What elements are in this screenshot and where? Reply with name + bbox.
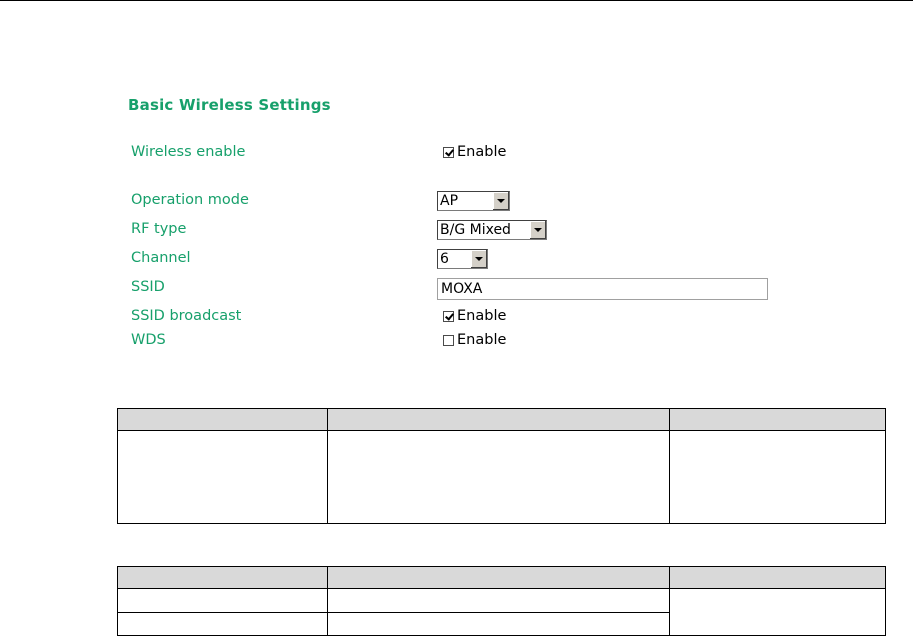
table-cell	[117, 612, 328, 636]
ssid-broadcast-label: SSID broadcast	[131, 308, 242, 324]
channel-label: Channel	[131, 250, 191, 266]
table-header-cell	[669, 408, 886, 431]
channel-select[interactable]: 6	[437, 249, 488, 269]
ssid-broadcast-option-label: Enable	[457, 308, 507, 324]
table-cell	[327, 612, 670, 636]
chevron-down-icon[interactable]	[492, 192, 509, 210]
table-row	[117, 430, 886, 524]
operation-mode-value: AP	[440, 193, 459, 209]
chevron-down-icon[interactable]	[529, 221, 546, 239]
table-header-cell	[327, 566, 670, 589]
wds-checkbox[interactable]	[443, 334, 454, 346]
table-cell	[669, 430, 886, 524]
channel-value: 6	[440, 251, 449, 267]
wds-checkbox-group[interactable]: Enable	[443, 332, 506, 348]
wds-label: WDS	[131, 332, 166, 348]
table-header-row	[117, 566, 886, 589]
operation-mode-label: Operation mode	[131, 192, 249, 208]
table-cell	[327, 430, 670, 524]
rf-type-value: B/G Mixed	[440, 222, 511, 238]
rf-type-label: RF type	[131, 221, 187, 237]
table-header-cell	[327, 408, 670, 431]
page-title: Basic Wireless Settings	[128, 96, 331, 114]
table-2	[117, 566, 886, 636]
operation-mode-select[interactable]: AP	[437, 191, 510, 211]
table-cell	[327, 588, 670, 613]
table-header-cell	[117, 408, 328, 431]
wireless-enable-checkbox[interactable]	[443, 146, 454, 158]
rf-type-select[interactable]: B/G Mixed	[437, 220, 547, 240]
chevron-down-icon[interactable]	[470, 250, 487, 268]
table-1	[117, 408, 886, 524]
top-divider	[0, 0, 913, 1]
table-cell	[669, 588, 886, 636]
ssid-input[interactable]	[437, 278, 768, 300]
table-header-row	[117, 408, 886, 431]
wireless-enable-label: Wireless enable	[131, 144, 246, 160]
table-header-cell	[669, 566, 886, 589]
wireless-enable-checkbox-group[interactable]: Enable	[443, 144, 506, 160]
wds-option-label: Enable	[457, 332, 507, 348]
table-header-cell	[117, 566, 328, 589]
ssid-broadcast-checkbox-group[interactable]: Enable	[443, 308, 506, 324]
wireless-enable-option-label: Enable	[457, 144, 507, 160]
table-row	[117, 588, 886, 636]
table-cell	[117, 588, 328, 613]
ssid-label: SSID	[131, 279, 165, 295]
ssid-broadcast-checkbox[interactable]	[443, 310, 454, 322]
table-cell	[117, 430, 328, 524]
